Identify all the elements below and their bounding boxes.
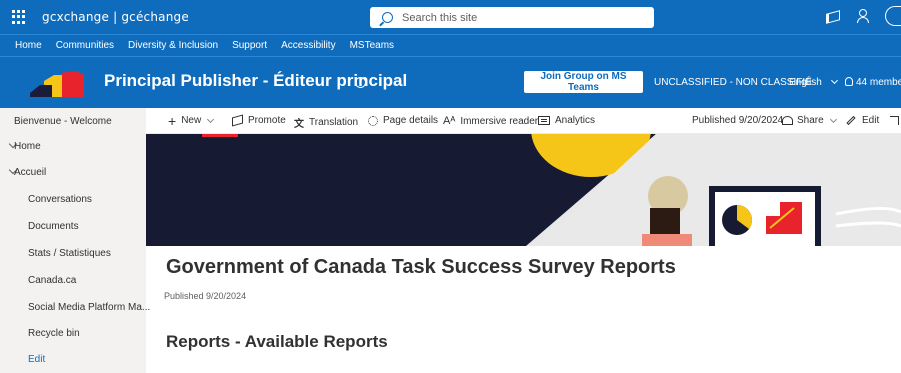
page-details-button[interactable]: Page details bbox=[368, 115, 438, 126]
nav-item-social-media[interactable]: Social Media Platform Ma... bbox=[0, 294, 150, 320]
hubnav-accessibility[interactable]: Accessibility bbox=[281, 40, 335, 51]
nav-item-label: Social Media Platform Ma... bbox=[28, 301, 151, 313]
language-label: English bbox=[789, 77, 822, 88]
app-launcher-icon[interactable] bbox=[12, 10, 26, 24]
language-selector[interactable]: English bbox=[789, 76, 838, 88]
page-title: Government of Canada Task Success Survey… bbox=[166, 256, 676, 278]
nav-item-label: Accueil bbox=[14, 166, 47, 178]
nav-item-label: Canada.ca bbox=[28, 274, 77, 286]
site-logo[interactable] bbox=[30, 71, 84, 97]
published-date: Published 9/20/2024 bbox=[164, 291, 247, 301]
promote-button[interactable]: Promote bbox=[232, 114, 286, 127]
nav-item-accueil[interactable]: Accueil bbox=[0, 159, 146, 185]
immersive-reader-icon: Aᴬ bbox=[443, 115, 456, 127]
command-bar: + New Promote 文 Translation Page details… bbox=[146, 108, 901, 134]
expand-icon bbox=[890, 116, 899, 125]
nav-item-label: Conversations bbox=[28, 193, 92, 205]
hub-navigation: Home Communities Diversity & Inclusion S… bbox=[0, 34, 901, 56]
new-label: New bbox=[181, 115, 202, 126]
nav-item-welcome[interactable]: Bienvenue - Welcome bbox=[0, 108, 146, 134]
published-status: Published 9/20/2024 bbox=[692, 115, 783, 126]
edit-button[interactable]: Edit bbox=[846, 115, 879, 126]
nav-item-label: Stats / Statistiques bbox=[28, 247, 111, 259]
share-icon bbox=[782, 116, 793, 125]
search-icon bbox=[382, 12, 393, 23]
share-button[interactable]: Share bbox=[782, 115, 837, 126]
nav-item-stats[interactable]: Stats / Statistiques bbox=[0, 240, 146, 266]
megaphone-icon bbox=[232, 114, 243, 127]
person-icon bbox=[845, 77, 853, 86]
nav-edit-link[interactable]: Edit bbox=[0, 346, 146, 372]
nav-item-home[interactable]: Home bbox=[0, 133, 146, 159]
new-button[interactable]: + New bbox=[168, 112, 215, 129]
translation-button[interactable]: 文 Translation bbox=[294, 115, 358, 130]
edit-label: Edit bbox=[862, 115, 880, 126]
share-label: Share bbox=[797, 115, 824, 126]
analytics-icon bbox=[538, 116, 550, 125]
section-heading: Reports - Available Reports bbox=[166, 332, 388, 351]
brand-name[interactable]: gcxchange | gcéchange bbox=[42, 10, 189, 24]
gear-icon bbox=[368, 115, 378, 126]
translate-icon: 文 bbox=[294, 119, 304, 130]
members-count: 44 members bbox=[856, 77, 901, 88]
immersive-reader-button[interactable]: Aᴬ Immersive reader bbox=[443, 115, 538, 127]
promote-label: Promote bbox=[248, 115, 286, 126]
page-details-label: Page details bbox=[383, 115, 439, 126]
banner-image bbox=[146, 134, 901, 246]
nav-item-label: Bienvenue - Welcome bbox=[14, 115, 112, 127]
suite-bar: gcxchange | gcéchange bbox=[0, 0, 901, 34]
join-group-teams-button[interactable]: Join Group on MS Teams bbox=[524, 71, 643, 93]
nav-item-label: Recycle bin bbox=[28, 327, 80, 339]
pencil-icon bbox=[846, 115, 856, 126]
nav-item-canada-ca[interactable]: Canada.ca bbox=[0, 267, 146, 293]
published-label: Published 9/20/2024 bbox=[692, 115, 784, 126]
nav-item-recycle-bin[interactable]: Recycle bin bbox=[0, 320, 146, 346]
hubnav-home[interactable]: Home bbox=[15, 40, 42, 51]
megaphone-icon[interactable] bbox=[825, 9, 841, 23]
hubnav-msteams[interactable]: MSTeams bbox=[350, 40, 394, 51]
analytics-label: Analytics bbox=[555, 115, 596, 126]
nav-item-label: Edit bbox=[28, 353, 46, 365]
site-header: Principal Publisher - Éditeur principal … bbox=[0, 56, 901, 108]
nav-item-documents[interactable]: Documents bbox=[0, 213, 146, 239]
banner-illustration bbox=[146, 134, 901, 246]
nav-item-label: Home bbox=[14, 140, 41, 152]
chevron-down-icon bbox=[830, 76, 838, 85]
translation-label: Translation bbox=[309, 117, 359, 128]
search-input[interactable] bbox=[402, 11, 632, 24]
plus-icon: + bbox=[168, 112, 177, 129]
hubnav-communities[interactable]: Communities bbox=[56, 40, 114, 51]
hubnav-diversity-inclusion[interactable]: Diversity & Inclusion bbox=[128, 40, 218, 51]
immersive-reader-label: Immersive reader bbox=[460, 115, 539, 127]
page-title-area: Government of Canada Task Success Survey… bbox=[154, 246, 901, 373]
nav-item-conversations[interactable]: Conversations bbox=[0, 186, 146, 212]
people-icon[interactable] bbox=[855, 9, 871, 23]
left-navigation: Bienvenue - Welcome Home Accueil Convers… bbox=[0, 108, 150, 373]
chevron-down-icon bbox=[207, 115, 215, 123]
chevron-down-icon bbox=[829, 115, 837, 123]
globe-icon bbox=[355, 77, 366, 88]
nav-item-label: Documents bbox=[28, 220, 79, 232]
hubnav-support[interactable]: Support bbox=[232, 40, 267, 51]
members-button[interactable]: 44 members bbox=[845, 77, 901, 88]
analytics-button[interactable]: Analytics bbox=[538, 115, 595, 126]
expand-button[interactable] bbox=[890, 116, 899, 125]
search-box[interactable] bbox=[370, 7, 654, 28]
suite-icons bbox=[825, 6, 901, 26]
avatar[interactable] bbox=[885, 6, 901, 26]
